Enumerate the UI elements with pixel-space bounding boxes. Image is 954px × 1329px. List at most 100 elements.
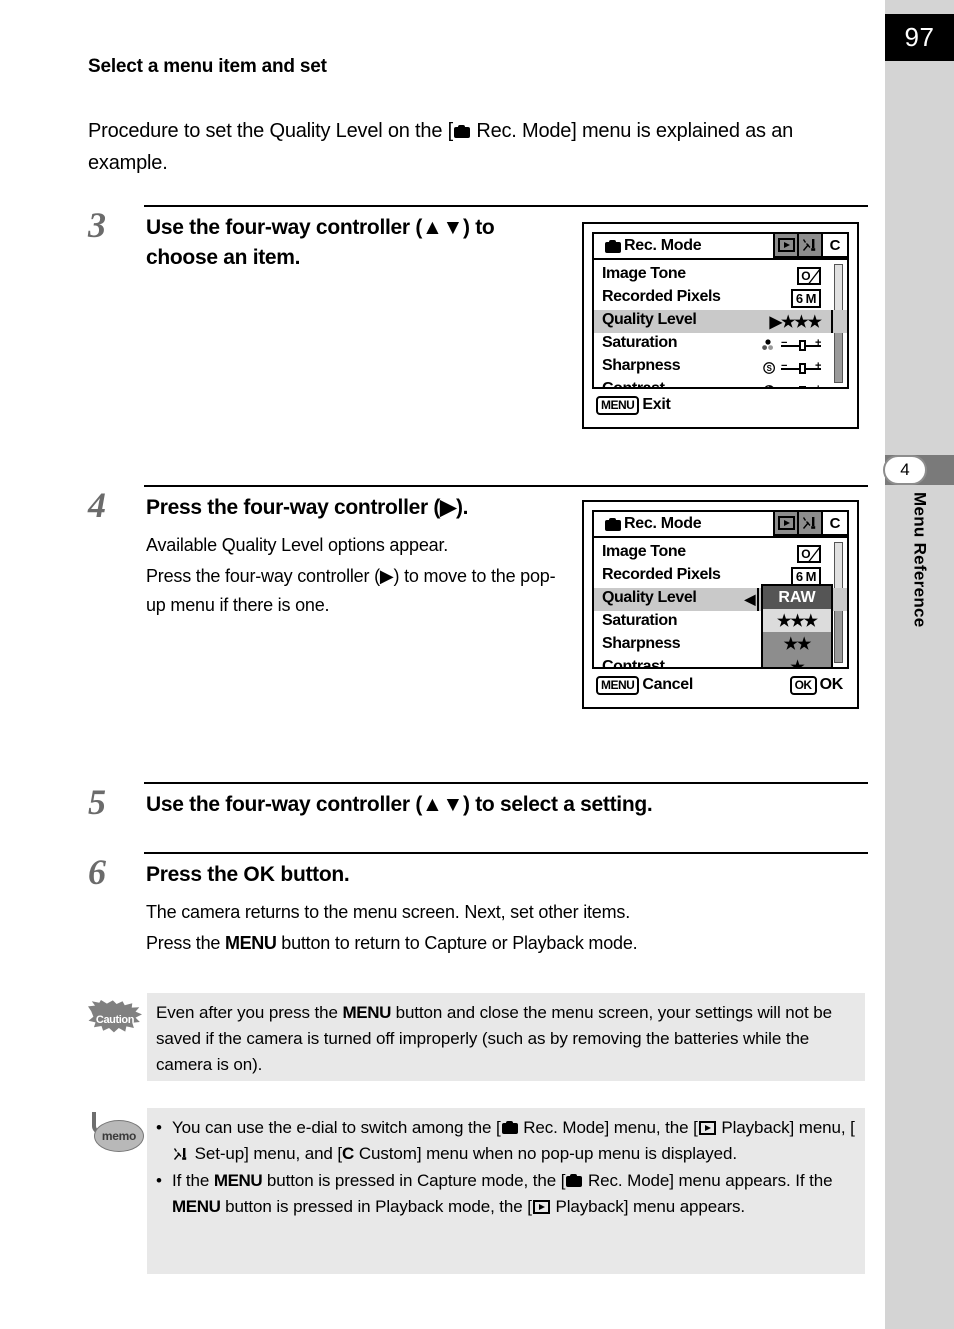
custom-menu-letter: C: [342, 1144, 355, 1163]
lcd-titlebar: Rec. Mode C: [592, 510, 849, 536]
footer-ok-label: OK: [819, 676, 844, 693]
lcd-inner: Rec. Mode C Image Tone O╱ Recorded Pixel…: [592, 510, 849, 699]
pixels-badge: 6 M: [790, 289, 821, 308]
setup-icon: [802, 238, 818, 252]
left-arrow-cursor: ◀: [744, 591, 756, 607]
footer-ok[interactable]: OK OK: [789, 675, 844, 695]
menu-row-saturation[interactable]: Saturation − +: [594, 333, 847, 356]
lcd-footer: MENU Exit: [592, 391, 849, 419]
playback-icon: [777, 238, 795, 252]
caution-icon: Caution: [88, 1000, 142, 1044]
footer-exit[interactable]: MENU Exit: [596, 395, 671, 415]
menu-label: Recorded Pixels: [602, 288, 721, 305]
lcd-menu-list: Image Tone O╱ Recorded Pixels 6 M Qualit…: [592, 536, 849, 669]
memo-b2-p2: button is pressed in Capture mode, the [: [262, 1171, 566, 1190]
popup-option-three-star[interactable]: ★★★: [763, 609, 831, 632]
playback-icon: [698, 1121, 716, 1135]
popup-option-raw[interactable]: RAW: [763, 586, 831, 609]
step-title-before: Press the: [146, 863, 244, 886]
caution-text: Even after you press the MENU button and…: [156, 1000, 856, 1078]
lcd-screen-step4: Rec. Mode C Image Tone O╱ Recorded Pixel…: [582, 500, 859, 709]
memo-b2-p1: If the: [172, 1171, 214, 1190]
contrast-slider: − +: [762, 379, 821, 387]
menu-button-label: MENU: [225, 933, 277, 953]
setup-icon: [173, 1143, 189, 1160]
caution-icon-label: Caution: [95, 1014, 135, 1026]
step-paragraph: Available Quality Level options appear.: [146, 535, 449, 555]
step-number: 3: [88, 205, 106, 245]
camera-icon: [501, 1121, 518, 1134]
memo-b1-p3: Playback] menu, [: [716, 1118, 855, 1137]
step-title: Press the four-way controller (▶).: [146, 496, 469, 519]
memo-oval-shape: memo: [94, 1120, 144, 1152]
footer-cancel[interactable]: MENU Cancel: [596, 675, 693, 695]
lcd-inner: Rec. Mode C Image Tone O╱ Recorded Pixel…: [592, 232, 849, 419]
step-title-after: button.: [274, 863, 350, 886]
menu-label: Contrast: [602, 380, 665, 389]
tab-playback[interactable]: [775, 234, 799, 256]
lcd-tab-bar: C: [773, 510, 849, 536]
saturation-slider: − +: [762, 333, 821, 356]
chapter-number: 4: [900, 460, 910, 479]
step-number: 6: [88, 852, 106, 892]
lcd-tab-bar: C: [773, 232, 849, 258]
sharpness-s-icon: S: [763, 361, 775, 374]
menu-label: Saturation: [602, 612, 678, 629]
step-title: Use the four-way controller (▲▼) to sele…: [146, 793, 653, 816]
setup-icon-svg: [173, 1148, 187, 1160]
menu-row-image-tone[interactable]: Image Tone O╱: [594, 542, 847, 565]
tab-setup[interactable]: [799, 234, 823, 256]
menu-row-sharpness[interactable]: Sharpness S − +: [594, 356, 847, 379]
menu-label: Image Tone: [602, 265, 686, 282]
memo-b2-p5: Playback] menu appears.: [550, 1197, 746, 1216]
lcd-title-text: Rec. Mode: [624, 515, 702, 532]
caution-text-part1: Even after you press the: [156, 1003, 343, 1022]
tab-custom[interactable]: C: [823, 234, 847, 256]
step-number: 5: [88, 782, 106, 822]
step-divider: [144, 485, 868, 487]
lcd-title: Rec. Mode: [604, 515, 702, 533]
step-body: Use the four-way controller (▲▼) to sele…: [146, 790, 866, 820]
playback-icon: [532, 1200, 550, 1214]
menu-row-recorded-pixels[interactable]: Recorded Pixels 6 M: [594, 287, 847, 310]
tab-playback[interactable]: [775, 512, 799, 534]
chapter-title-text: Menu Reference: [910, 492, 930, 628]
chapter-number-badge: 4: [883, 455, 927, 485]
image-tone-icon: O╱: [797, 264, 821, 287]
tab-custom[interactable]: C: [823, 512, 847, 534]
menu-row-contrast[interactable]: Contrast − +: [594, 379, 847, 389]
quality-level-popup: RAW ★★★ ★★ ★: [761, 584, 833, 668]
step-number: 4: [88, 485, 106, 525]
memo-b1-p2: Rec. Mode] menu, the [: [518, 1118, 698, 1137]
tab-setup[interactable]: [799, 512, 823, 534]
menu-label: Saturation: [602, 334, 678, 351]
memo-icon: memo: [88, 1112, 144, 1156]
step-paragraph: Press the four-way controller (▶) to mov…: [146, 566, 556, 615]
footer-exit-label: Exit: [642, 396, 671, 413]
menu-button-label: MENU: [342, 1003, 392, 1022]
step-body: Use the four-way controller (▲▼) to choo…: [146, 213, 566, 273]
caution-burst-shape: Caution: [88, 1000, 142, 1033]
popup-option-two-star[interactable]: ★★: [763, 632, 831, 655]
sharpness-slider: S − +: [762, 356, 821, 379]
menu-row-quality-level[interactable]: Quality Level ▶★★★: [594, 310, 847, 333]
lcd-title: Rec. Mode: [604, 237, 702, 255]
menu-label: Sharpness: [602, 635, 681, 652]
popup-option-one-star[interactable]: ★: [763, 655, 831, 668]
memo-b2-p4: button is pressed in Playback mode, the …: [220, 1197, 532, 1216]
page-content: Select a menu item and set Procedure to …: [0, 0, 885, 1329]
setup-icon: [802, 516, 818, 530]
step-divider: [144, 205, 868, 207]
menu-label: Recorded Pixels: [602, 566, 721, 583]
step-paragraph: Press the MENU button to return to Captu…: [146, 929, 866, 958]
page-number: 97: [904, 22, 935, 52]
step-divider: [144, 782, 868, 784]
menu-label: Quality Level: [602, 311, 697, 328]
menu-label: Quality Level: [602, 589, 697, 606]
lcd-title-text: Rec. Mode: [624, 237, 702, 254]
memo-bullet-1: • You can use the e-dial to switch among …: [156, 1115, 856, 1167]
bullet-marker: •: [156, 1171, 162, 1190]
memo-b1-p4: Set-up] menu, and [: [190, 1144, 343, 1163]
ok-button-label: OK: [243, 863, 275, 886]
menu-row-image-tone[interactable]: Image Tone O╱: [594, 264, 847, 287]
